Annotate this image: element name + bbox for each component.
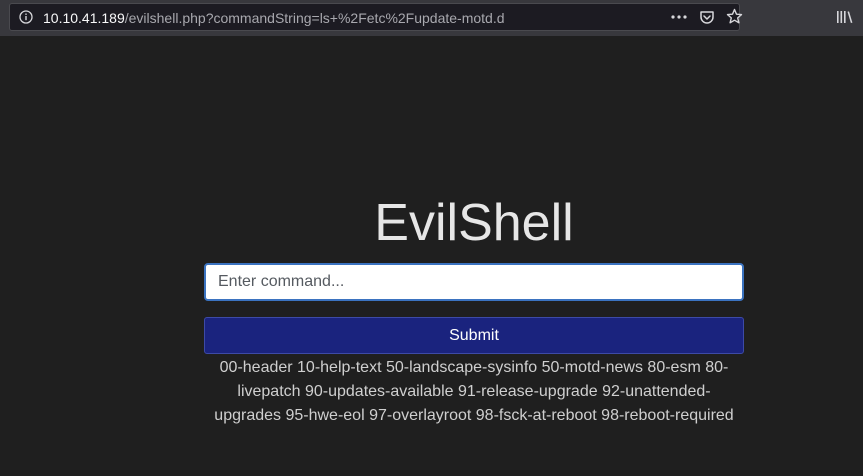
url-path: /evilshell.php?commandString=ls+%2Fetc%2… [124,10,505,26]
pocket-icon[interactable] [699,9,715,25]
url-host: 10.10.41.189 [43,10,125,26]
page-title: EvilShell [374,194,574,252]
star-icon[interactable] [726,8,743,25]
submit-button[interactable]: Submit [204,317,744,354]
address-bar[interactable]: 10.10.41.189/evilshell.php?commandString… [9,3,743,31]
command-output: 00-header 10-help-text 50-landscape-sysi… [214,359,734,424]
page-content: EvilShell Submit 00-header 10-help-text … [0,36,863,476]
info-icon[interactable] [19,10,33,24]
ellipsis-icon[interactable] [670,9,688,25]
library-icon[interactable] [836,9,854,25]
url-text[interactable]: 10.10.41.189/evilshell.php?commandString… [43,10,505,26]
command-input[interactable] [204,263,744,301]
browser-toolbar: 10.10.41.189/evilshell.php?commandString… [0,0,863,36]
